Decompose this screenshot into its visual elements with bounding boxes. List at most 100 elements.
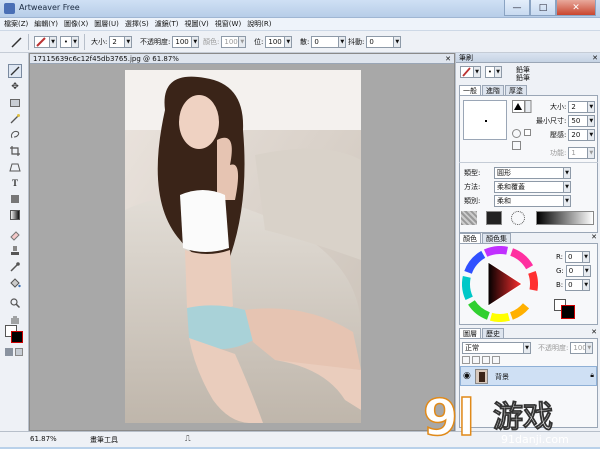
normal-mode-icon[interactable] <box>5 348 13 356</box>
opacity-input[interactable]: 100 <box>172 35 193 48</box>
texture-checkbox[interactable] <box>512 141 521 150</box>
spacing-dropdown[interactable]: ▼ <box>394 35 402 48</box>
menu-view[interactable]: 視圖(V) <box>185 19 209 29</box>
rect-select-tool-icon[interactable] <box>8 96 22 110</box>
color-wheel[interactable] <box>461 246 538 322</box>
eraser-tool-icon[interactable] <box>8 228 22 242</box>
lock-pixels-checkbox[interactable] <box>472 356 480 364</box>
color-swatches[interactable] <box>5 325 23 343</box>
tab-impasto[interactable]: 厚塗 <box>505 85 527 95</box>
menu-image[interactable]: 圖像(X) <box>64 19 88 29</box>
category-dropdown[interactable]: ▼ <box>564 195 571 207</box>
brush-category-dropdown[interactable]: ▼ <box>474 66 481 78</box>
min-size-dropdown[interactable]: ▼ <box>588 115 596 127</box>
type-select[interactable]: 圓形 <box>494 167 564 179</box>
hand-tool-icon[interactable] <box>8 312 22 326</box>
g-dropdown[interactable]: ▼ <box>583 265 591 277</box>
pressure-input[interactable]: 20 <box>568 129 589 141</box>
menu-filter[interactable]: 濾鏡(T) <box>155 19 179 29</box>
mask-mode-icon[interactable] <box>15 348 23 356</box>
magic-wand-tool-icon[interactable] <box>8 112 22 126</box>
size-dropdown[interactable]: ▼ <box>125 35 133 48</box>
layer-row[interactable]: ◉ 背景 🔒︎ <box>460 366 597 386</box>
gradient-tool-icon[interactable] <box>8 208 22 222</box>
clone-stamp-tool-icon[interactable] <box>8 244 22 258</box>
move-tool-icon[interactable]: ✥ <box>8 80 22 94</box>
brush-shape-picker[interactable]: • ▼ <box>60 35 79 48</box>
tab-swatches[interactable]: 顏色集 <box>482 233 511 243</box>
lock-transparency-checkbox[interactable] <box>462 356 470 364</box>
primary-color-swatch[interactable] <box>11 331 23 343</box>
close-doc-icon[interactable]: ✕ <box>445 54 451 64</box>
b-input[interactable]: 0 <box>565 279 584 291</box>
g-input[interactable]: 0 <box>565 265 584 277</box>
perspective-tool-icon[interactable] <box>8 160 22 174</box>
grain-dropdown[interactable]: ▼ <box>339 35 347 48</box>
brush-size-dropdown[interactable]: ▼ <box>588 101 596 113</box>
crop-tool-icon[interactable] <box>8 144 22 158</box>
texture-swatch[interactable] <box>461 211 477 225</box>
lock-position-checkbox[interactable] <box>482 356 490 364</box>
rotate-icon[interactable] <box>512 129 521 138</box>
pencil-tool-icon[interactable] <box>8 64 22 78</box>
menu-layer[interactable]: 圖層(U) <box>94 19 119 29</box>
lock-all-checkbox[interactable] <box>492 356 500 364</box>
spacing-input[interactable]: 0 <box>366 35 395 48</box>
opacity-dropdown[interactable]: ▼ <box>192 35 200 48</box>
b-dropdown[interactable]: ▼ <box>583 279 591 291</box>
shape-picker[interactable] <box>512 100 532 113</box>
tab-layers[interactable]: 圖層 <box>459 328 481 338</box>
menu-edit[interactable]: 編輯(Y) <box>34 19 58 29</box>
pattern-swatch[interactable] <box>486 211 502 225</box>
pressure-dropdown[interactable]: ▼ <box>588 129 596 141</box>
brush-size-input[interactable]: 2 <box>568 101 589 113</box>
blend-mode-select[interactable]: 正常 <box>462 342 524 354</box>
lasso-tool-icon[interactable] <box>8 128 22 142</box>
document-tab[interactable]: 17115639c6c12f45db3765.jpg @ 61.87% ✕ <box>30 54 454 64</box>
grain-input[interactable]: 0 <box>311 35 340 48</box>
menu-file[interactable]: 檔案(Z) <box>4 19 28 29</box>
tab-color[interactable]: 顏色 <box>459 233 481 243</box>
brush-variant-picker[interactable]: • <box>485 66 495 78</box>
fill-tool-icon[interactable] <box>8 192 22 206</box>
eyedropper-tool-icon[interactable] <box>8 260 22 274</box>
brush-category-picker[interactable] <box>460 66 474 78</box>
canvas-photo[interactable] <box>125 70 361 423</box>
feature-dropdown[interactable]: ▼ <box>588 147 596 159</box>
panel-primary-color[interactable] <box>561 305 575 319</box>
minimize-button[interactable]: — <box>504 0 530 16</box>
eye-icon[interactable]: ◉ <box>463 371 471 381</box>
jitter-dropdown[interactable]: ▼ <box>285 35 293 48</box>
method-dropdown[interactable]: ▼ <box>564 181 571 193</box>
panel-close-icon[interactable]: ✕ <box>592 53 598 63</box>
panel-close-icon[interactable]: ✕ <box>591 328 597 336</box>
tab-general[interactable]: 一般 <box>459 85 481 95</box>
maximize-button[interactable]: □ <box>530 0 556 16</box>
flow-dropdown[interactable]: ▼ <box>239 35 247 48</box>
close-button[interactable]: ✕ <box>556 0 596 16</box>
paint-bucket-tool-icon[interactable] <box>8 276 22 290</box>
flow-input[interactable]: 100 <box>221 35 240 48</box>
jitter-input[interactable]: 100 <box>265 35 286 48</box>
text-tool-icon[interactable]: T <box>8 176 22 190</box>
min-size-input[interactable]: 50 <box>568 115 589 127</box>
layer-opacity-dropdown[interactable]: ▼ <box>586 342 594 354</box>
brush-variant-dropdown[interactable]: ▼ <box>495 66 502 78</box>
panel-close-icon[interactable]: ✕ <box>591 233 597 241</box>
zoom-tool-icon[interactable] <box>8 296 22 310</box>
pencil-tool-icon[interactable] <box>10 35 24 48</box>
size-input[interactable]: 2 <box>109 35 126 48</box>
type-dropdown[interactable]: ▼ <box>564 167 571 179</box>
tab-history[interactable]: 歷史 <box>482 328 504 338</box>
method-select[interactable]: 柔和覆蓋 <box>494 181 564 193</box>
feature-input[interactable]: 1 <box>568 147 589 159</box>
r-input[interactable]: 0 <box>565 251 584 263</box>
tab-advanced[interactable]: 進階 <box>482 85 504 95</box>
menu-window[interactable]: 視窗(W) <box>215 19 241 29</box>
menu-help[interactable]: 說明(R) <box>247 19 271 29</box>
shape-swatch[interactable] <box>511 211 525 225</box>
brush-preset-picker[interactable]: ▼ <box>34 35 57 48</box>
menu-select[interactable]: 選擇(S) <box>125 19 149 29</box>
r-dropdown[interactable]: ▼ <box>583 251 591 263</box>
category-select[interactable]: 柔和 <box>494 195 564 207</box>
